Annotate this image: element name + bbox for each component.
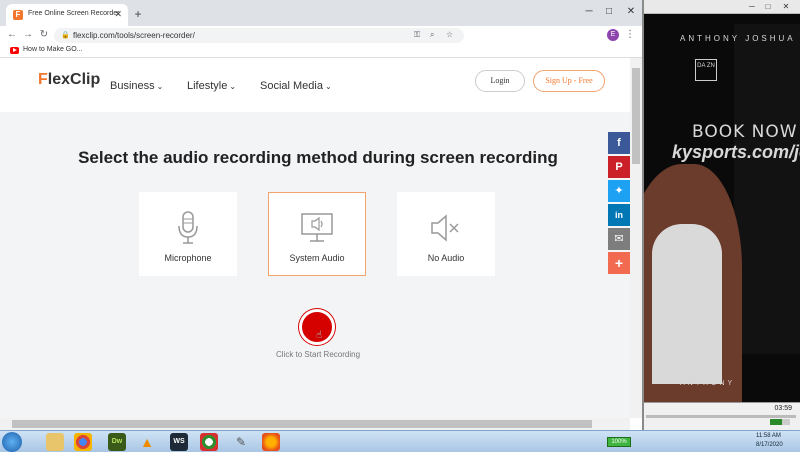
- chevron-down-icon: ⌄: [229, 82, 237, 91]
- zoom-icon[interactable]: ⌕: [430, 30, 434, 40]
- share-plus-icon[interactable]: +: [608, 252, 630, 274]
- flexclip-logo[interactable]: FlexClip: [38, 71, 100, 89]
- video-titlebar: ─ □ ✕: [642, 0, 800, 14]
- browser-toolbar: ← → ↻ 🔒 flexclip.com/tools/screen-record…: [0, 26, 642, 44]
- option-system-audio[interactable]: System Audio: [268, 192, 366, 276]
- option-label: Microphone: [164, 253, 212, 263]
- vertical-scroll-thumb[interactable]: [632, 68, 640, 164]
- twitter-icon[interactable]: ✦: [608, 180, 630, 202]
- dazn-logo: DA ZN: [695, 59, 717, 81]
- horizontal-scroll-thumb[interactable]: [12, 420, 592, 428]
- video-backdrop: [734, 24, 800, 354]
- battery-indicator[interactable]: 100%: [607, 437, 631, 447]
- video-close-button[interactable]: ✕: [780, 2, 792, 12]
- forward-button[interactable]: →: [22, 29, 34, 41]
- video-brand-text: ANTHONY JOSHUA: [680, 34, 796, 43]
- bookmarks-bar: How to Make GO...: [0, 44, 642, 58]
- video-brand-bottom-text: ANTHONY: [680, 380, 736, 387]
- login-button[interactable]: Login: [475, 70, 525, 92]
- nav-lifestyle-label: Lifestyle: [187, 80, 228, 92]
- bookmark-star-icon[interactable]: ☆: [446, 30, 453, 39]
- tab-title: Free Online Screen Recorder: [28, 10, 120, 17]
- facebook-icon[interactable]: f: [608, 132, 630, 154]
- tab-close-icon[interactable]: ✕: [114, 9, 122, 20]
- clock-time[interactable]: 11:58 AM: [756, 433, 781, 439]
- chrome-icon[interactable]: [74, 433, 92, 451]
- video-volume-slider[interactable]: [770, 419, 790, 425]
- record-caption: Click to Start Recording: [275, 350, 361, 359]
- mute-icon: [398, 211, 494, 245]
- start-button[interactable]: [2, 432, 22, 452]
- microphone-icon: [140, 211, 236, 245]
- file-explorer-icon[interactable]: [46, 433, 64, 451]
- video-controls: 03:59: [642, 402, 800, 430]
- option-no-audio[interactable]: No Audio: [397, 192, 495, 276]
- new-tab-button[interactable]: +: [132, 8, 144, 20]
- nav-social-media[interactable]: Social Media ⌄: [260, 80, 332, 92]
- close-window-button[interactable]: ✕: [624, 6, 638, 18]
- clock-date[interactable]: 8/17/2020: [756, 442, 783, 448]
- linkedin-icon[interactable]: in: [608, 204, 630, 226]
- video-url-text: kysports.com/josl: [672, 142, 800, 162]
- option-label: No Audio: [427, 253, 465, 263]
- gimp-icon[interactable]: ✎: [232, 433, 250, 451]
- tab-screen-recorder[interactable]: F Free Online Screen Recorder ✕: [6, 4, 128, 26]
- url-text: flexclip.com/tools/screen-recorder/: [73, 31, 195, 40]
- hand-cursor-icon: ☝: [316, 330, 323, 341]
- lock-icon: 🔒: [61, 32, 70, 39]
- video-minimize-button[interactable]: ─: [746, 2, 758, 12]
- address-bar[interactable]: 🔒 flexclip.com/tools/screen-recorder/ ⚿ …: [54, 28, 464, 43]
- key-icon[interactable]: ⚿: [414, 30, 420, 40]
- dreamweaver-icon[interactable]: Dw: [108, 433, 126, 451]
- pinterest-icon[interactable]: P: [608, 156, 630, 178]
- nav-social-media-label: Social Media: [260, 80, 323, 92]
- reload-button[interactable]: ↻: [38, 29, 50, 41]
- signup-button[interactable]: Sign Up - Free: [533, 70, 605, 92]
- video-shirt: [652, 224, 722, 384]
- logo-accent: F: [38, 71, 48, 88]
- maximize-button[interactable]: □: [602, 6, 616, 18]
- video-frame[interactable]: ANTHONY JOSHUA DA ZN BOOK NOW kysports.c…: [642, 14, 800, 402]
- video-time: 03:59: [774, 405, 792, 412]
- nav-business-label: Business: [110, 80, 155, 92]
- chevron-down-icon: ⌄: [324, 82, 332, 91]
- webstorm-icon[interactable]: WS: [170, 433, 188, 451]
- vlc-icon[interactable]: ▲: [138, 433, 156, 451]
- option-label: System Audio: [289, 253, 345, 263]
- chevron-down-icon: ⌄: [156, 82, 164, 91]
- minimize-button[interactable]: ─: [582, 6, 596, 18]
- site-header: FlexClip Business ⌄ Lifestyle ⌄ Social Med…: [0, 58, 630, 112]
- browser-window: F Free Online Screen Recorder ✕ + ─ □ ✕ …: [0, 0, 644, 430]
- video-player-window: ─ □ ✕ ANTHONY JOSHUA DA ZN BOOK NOW kysp…: [642, 0, 800, 430]
- video-progress-bar[interactable]: [646, 415, 796, 418]
- app-icon[interactable]: [200, 433, 218, 451]
- email-icon[interactable]: ✉: [608, 228, 630, 250]
- windows-taskbar: Dw ▲ WS ✎ 100% 11:58 AM 8/17/2020: [0, 430, 800, 452]
- video-book-now-text: BOOK NOW: [692, 122, 798, 142]
- monitor-audio-icon: [269, 211, 365, 245]
- page-title: Select the audio recording method during…: [78, 148, 558, 167]
- firefox-icon[interactable]: [262, 433, 280, 451]
- logo-text: lexClip: [47, 71, 101, 88]
- nav-lifestyle[interactable]: Lifestyle ⌄: [187, 80, 236, 92]
- option-microphone[interactable]: Microphone: [139, 192, 237, 276]
- profile-avatar[interactable]: E: [607, 29, 619, 41]
- nav-business[interactable]: Business ⌄: [110, 80, 163, 92]
- tab-bar: F Free Online Screen Recorder ✕ + ─ □ ✕: [0, 0, 642, 26]
- browser-menu-icon[interactable]: ⋮: [625, 29, 635, 40]
- video-maximize-button[interactable]: □: [762, 2, 774, 12]
- youtube-icon: [10, 47, 19, 54]
- flexclip-favicon-icon: F: [13, 10, 23, 20]
- bookmark-item[interactable]: How to Make GO...: [23, 46, 83, 53]
- back-button[interactable]: ←: [6, 29, 18, 41]
- page-content: FlexClip Business ⌄ Lifestyle ⌄ Social Med…: [0, 58, 630, 430]
